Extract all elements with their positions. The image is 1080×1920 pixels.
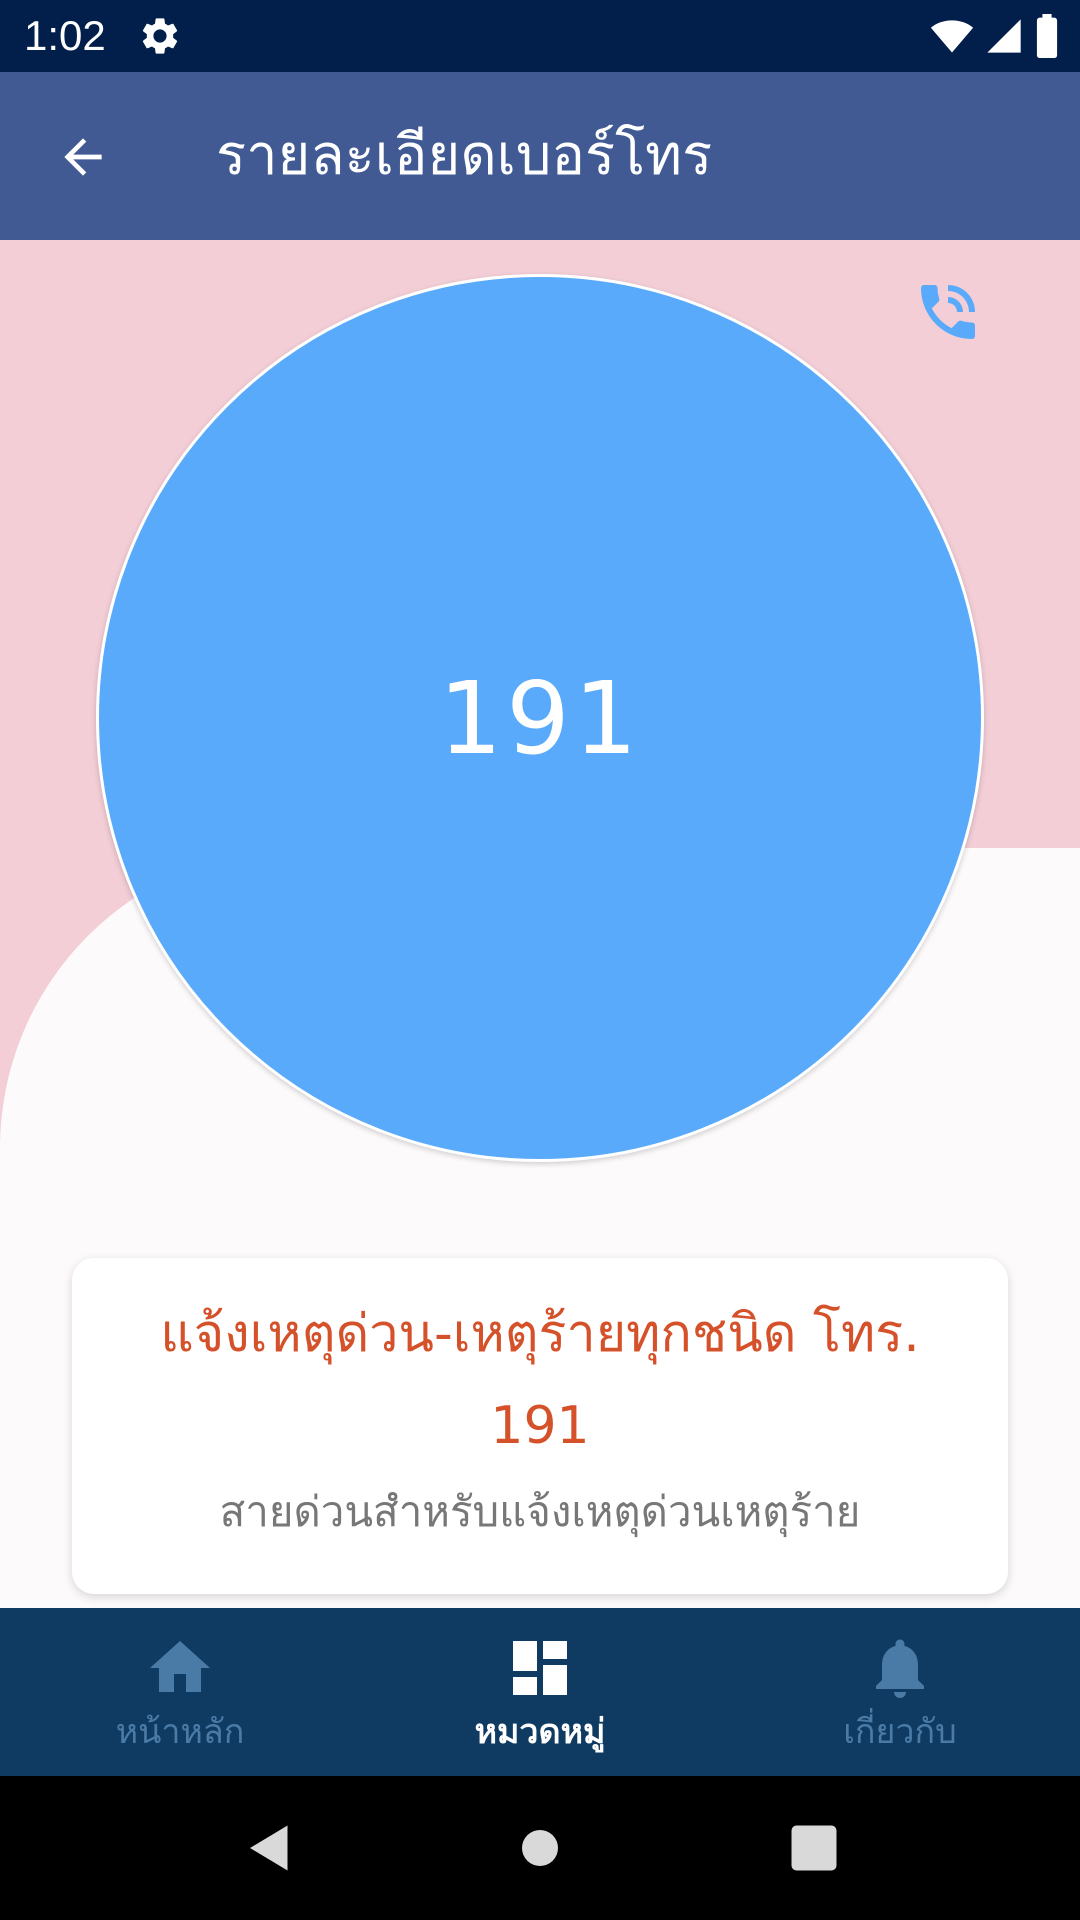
- page-title: รายละเอียดเบอร์โทร: [216, 123, 713, 188]
- nav-item-about[interactable]: เกี่ยวกับ: [720, 1608, 1080, 1776]
- nav-label-about: เกี่ยวกับ: [843, 1712, 957, 1752]
- gear-icon: [142, 18, 178, 54]
- system-home-icon[interactable]: [516, 1818, 564, 1878]
- system-recents-icon[interactable]: [784, 1818, 844, 1878]
- info-card: แจ้งเหตุด่วน-เหตุร้ายทุกชนิด โทร. 191 สา…: [72, 1258, 1008, 1594]
- bell-icon: [876, 1639, 924, 1698]
- back-button[interactable]: [48, 122, 118, 192]
- arrow-left-icon: [64, 138, 102, 176]
- number-circle[interactable]: 191: [96, 274, 984, 1162]
- nav-label-categories: หมวดหมู่: [474, 1712, 606, 1752]
- home-icon: [150, 1641, 210, 1692]
- status-bar: 1:02: [0, 0, 1080, 72]
- card-subtitle: สายด่วนสำหรับแจ้งเหตุด่วนเหตุร้าย: [219, 1487, 861, 1536]
- phone-number: 191: [438, 659, 642, 777]
- bottom-navigation: หน้าหลัก หมวดหมู่ เกี่ยวกับ: [0, 1608, 1080, 1776]
- system-navigation-bar: [0, 1776, 1080, 1920]
- nav-item-home[interactable]: หน้าหลัก: [0, 1608, 360, 1776]
- phone-call-icon[interactable]: [912, 276, 984, 348]
- app-bar: รายละเอียดเบอร์โทร: [0, 72, 1080, 240]
- nav-item-categories[interactable]: หมวดหมู่: [360, 1608, 720, 1776]
- status-time: 1:02: [24, 12, 106, 59]
- status-icons: [930, 14, 1060, 58]
- battery-icon: [1036, 14, 1058, 58]
- system-back-icon[interactable]: [240, 1818, 300, 1878]
- wifi-icon: [930, 20, 974, 53]
- dashboard-icon: [513, 1641, 567, 1695]
- nav-label-home: หน้าหลัก: [115, 1712, 245, 1752]
- detail-content: 191 แจ้งเหตุด่วน-เหตุร้ายทุกชนิด โทร. 19…: [0, 240, 1080, 1608]
- signal-icon: [987, 19, 1021, 53]
- card-title: แจ้งเหตุด่วน-เหตุร้ายทุกชนิด โทร. 191: [160, 1304, 920, 1456]
